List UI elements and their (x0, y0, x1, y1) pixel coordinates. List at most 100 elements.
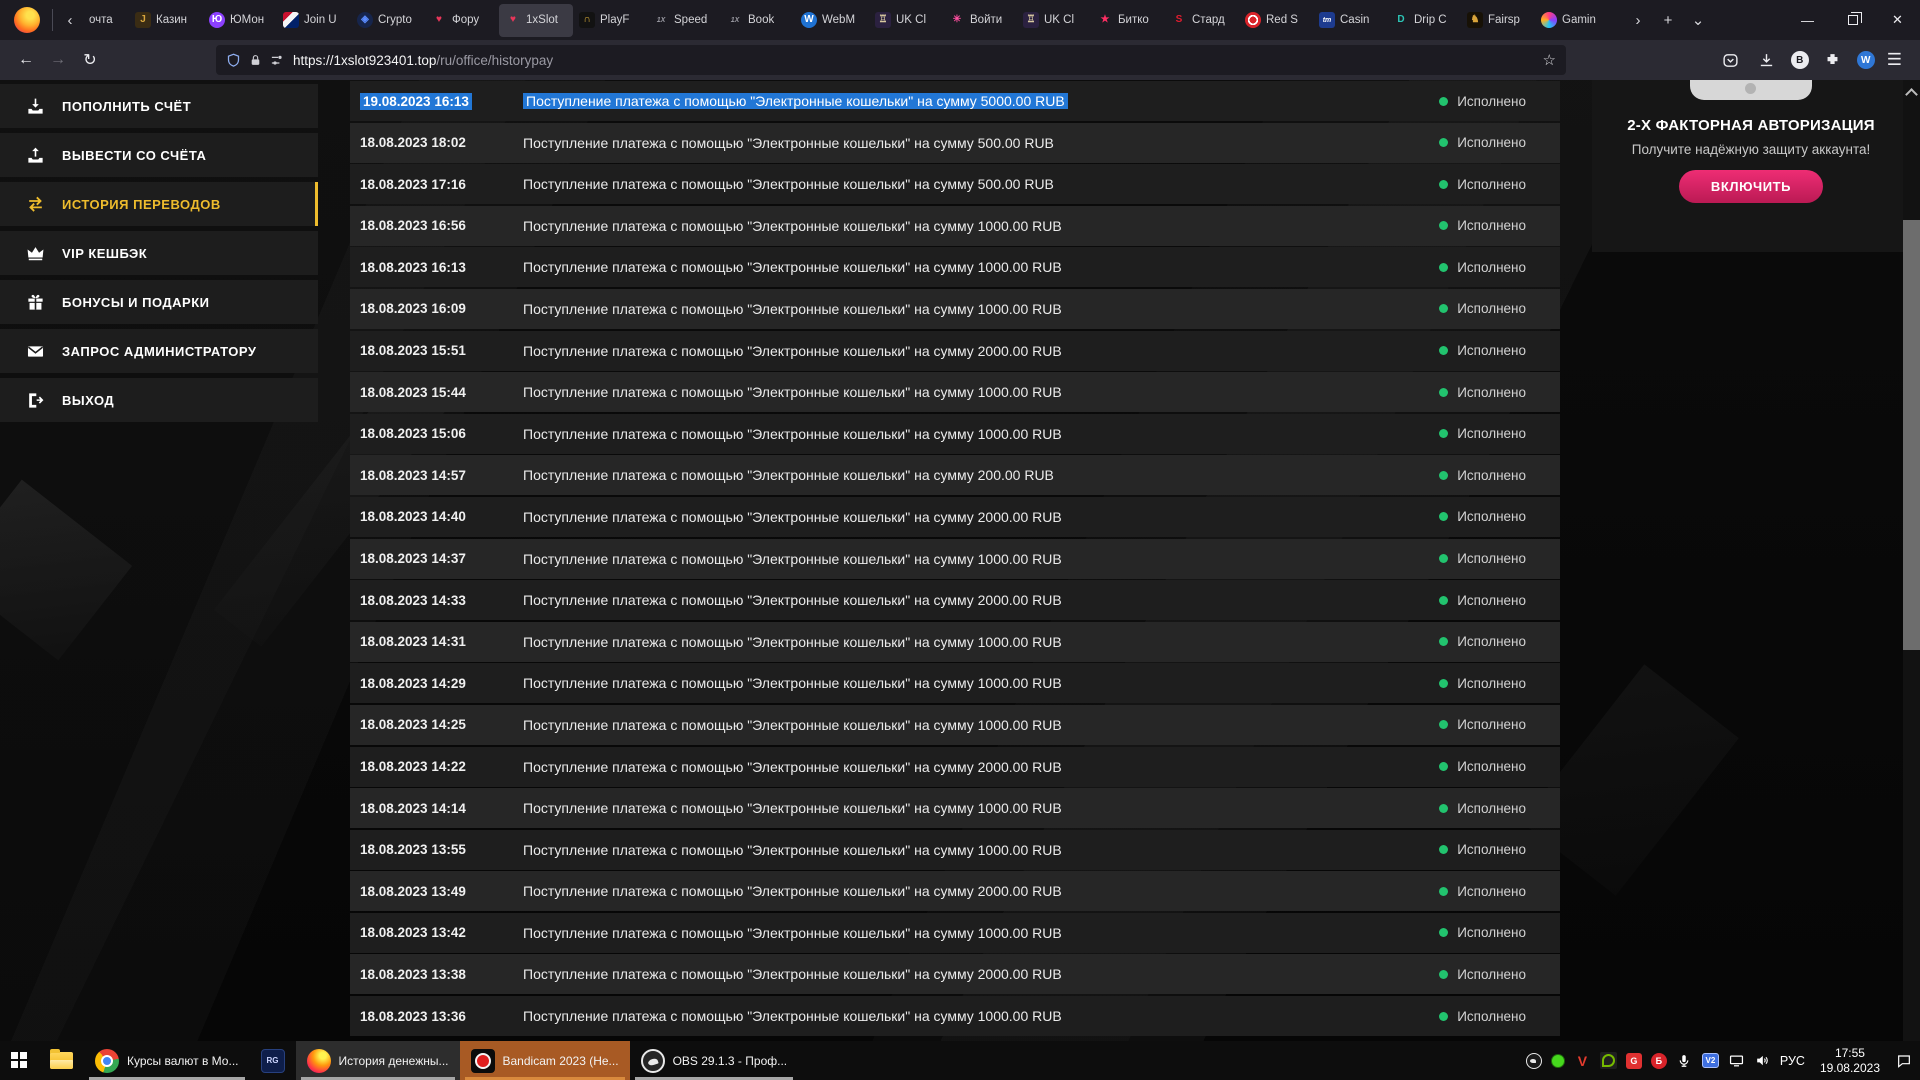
sidebar-item-label: ПОПОЛНИТЬ СЧЁТ (62, 99, 191, 114)
browser-tab[interactable]: ♥ 1xSlot (499, 4, 573, 37)
network-icon[interactable] (1728, 1052, 1745, 1069)
sidebar-item-deposit[interactable]: ПОПОЛНИТЬ СЧЁТ (0, 84, 318, 128)
row-date: 18.08.2023 14:40 (360, 509, 466, 524)
scroll-tabs-right-button[interactable]: › (1623, 4, 1653, 36)
taskbar-app-button[interactable]: OBS 29.1.3 - Проф... (630, 1041, 799, 1080)
scroll-up-arrow-icon[interactable] (1905, 88, 1918, 101)
bank-icon[interactable]: Б (1651, 1053, 1667, 1069)
browser-tab[interactable]: Join U (277, 4, 351, 37)
restore-button[interactable] (1830, 0, 1875, 40)
new-tab-button[interactable]: + (1653, 4, 1683, 36)
obs-tray-icon[interactable] (1526, 1053, 1542, 1069)
browser-tab[interactable]: ∩ PlayF (573, 4, 647, 37)
row-status: Исполнено (1457, 842, 1526, 857)
browser-tab[interactable]: ♖ UK Cl (1017, 4, 1091, 37)
download-icon[interactable] (1755, 48, 1779, 72)
file-explorer-button[interactable] (39, 1041, 84, 1080)
page-scrollbar[interactable] (1903, 80, 1920, 1041)
keyboard-language-indicator[interactable]: РУС (1780, 1054, 1805, 1068)
minimize-button[interactable]: — (1785, 0, 1830, 40)
permissions-icon[interactable] (270, 53, 285, 68)
list-all-tabs-button[interactable]: ⌄ (1683, 4, 1713, 36)
table-row: 18.08.2023 14:29 Поступление платежа с п… (350, 663, 1560, 703)
row-cell-description: Поступление платежа с помощью "Электронн… (523, 93, 1439, 109)
gift-icon (26, 293, 45, 312)
transfer-history-icon (26, 195, 45, 214)
sidebar-item-logout[interactable]: ВЫХОД (0, 378, 318, 422)
browser-tab[interactable]: ♥ Фору (425, 4, 499, 37)
row-cell-description: Поступление платежа с помощью "Электронн… (523, 925, 1439, 941)
bookmark-star-icon[interactable]: ☆ (1543, 51, 1556, 69)
vivaldi-icon[interactable]: V (1574, 1052, 1591, 1069)
notifications-icon[interactable] (1895, 1052, 1912, 1069)
pocket-icon[interactable] (1719, 48, 1743, 72)
extension-b-icon[interactable]: B (1791, 51, 1809, 69)
browser-tab[interactable]: ◈ Crypto (351, 4, 425, 37)
tab-title: Crypto (378, 14, 412, 26)
browser-tab[interactable]: tm Casin (1313, 4, 1387, 37)
enable-2fa-button[interactable]: ВКЛЮЧИТЬ (1679, 170, 1823, 203)
clock[interactable]: 17:55 19.08.2023 (1814, 1046, 1886, 1075)
taskbar-app-button[interactable]: История денежны... (296, 1041, 460, 1080)
taskbar-app-button[interactable] (250, 1041, 296, 1080)
start-button[interactable] (0, 1041, 39, 1080)
extension-icon[interactable] (1821, 48, 1845, 72)
firefox-logo-icon[interactable] (14, 7, 40, 33)
browser-tab[interactable]: J Казин (129, 4, 203, 37)
url-field[interactable]: https://1xslot923401.top/ru/office/histo… (216, 45, 1566, 75)
status-dot-icon (1439, 679, 1448, 688)
shield-icon[interactable] (226, 53, 241, 68)
table-row: 18.08.2023 13:36 Поступление платежа с п… (350, 996, 1560, 1036)
lock-icon[interactable] (249, 54, 262, 67)
browser-tab[interactable]: очта (83, 4, 129, 37)
row-description: Поступление платежа с помощью "Электронн… (523, 966, 1062, 982)
row-description: Поступление платежа с помощью "Электронн… (523, 551, 1062, 567)
browser-tab[interactable]: ✳ Войти (943, 4, 1017, 37)
table-row: 18.08.2023 13:42 Поступление платежа с п… (350, 913, 1560, 953)
browser-tab[interactable]: ♞ Fairsp (1461, 4, 1535, 37)
row-cell-date: 18.08.2023 16:09 (360, 301, 523, 316)
volume-icon[interactable] (1754, 1052, 1771, 1069)
app-icon (261, 1049, 285, 1073)
microphone-icon[interactable] (1676, 1052, 1693, 1069)
status-dot-icon (1439, 471, 1448, 480)
app-label: Курсы валют в Мо... (127, 1054, 239, 1068)
table-row: 18.08.2023 13:49 Поступление платежа с п… (350, 871, 1560, 911)
browser-tab[interactable]: Ю ЮМон (203, 4, 277, 37)
scrollbar-thumb[interactable] (1903, 220, 1920, 650)
tab-title: очта (89, 14, 113, 26)
back-button[interactable]: ← (10, 45, 42, 75)
bandicam-tray-icon[interactable] (1551, 1054, 1565, 1068)
table-row: 18.08.2023 14:22 Поступление платежа с п… (350, 747, 1560, 787)
taskbar-app-button[interactable]: Курсы валют в Мо... (84, 1041, 250, 1080)
row-cell-description: Поступление платежа с помощью "Электронн… (523, 176, 1439, 192)
sidebar-item-transfer-history[interactable]: ИСТОРИЯ ПЕРЕВОДОВ (0, 182, 318, 226)
browser-tab[interactable]: Gamin (1535, 4, 1609, 37)
reload-button[interactable]: ↻ (74, 45, 106, 75)
close-button[interactable]: ✕ (1875, 0, 1920, 40)
row-cell-description: Поступление платежа с помощью "Электронн… (523, 135, 1439, 151)
row-description: Поступление платежа с помощью "Электронн… (523, 343, 1062, 359)
guard-icon[interactable]: G (1626, 1053, 1642, 1069)
sidebar-item-admin-request[interactable]: ЗАПРОС АДМИНИСТРАТОРУ (0, 329, 318, 373)
sidebar-item-bonuses[interactable]: БОНУСЫ И ПОДАРКИ (0, 280, 318, 324)
status-dot-icon (1439, 388, 1448, 397)
taskbar-app-button[interactable]: Bandicam 2023 (Не... (460, 1041, 630, 1080)
browser-tab[interactable]: ♖ UK Cl (869, 4, 943, 37)
nvidia-icon[interactable] (1600, 1052, 1617, 1069)
browser-tab[interactable]: Red S (1239, 4, 1313, 37)
scroll-tabs-left-button[interactable]: ‹ (57, 2, 83, 38)
sidebar-item-withdraw[interactable]: ВЫВЕСТИ СО СЧЁТА (0, 133, 318, 177)
browser-tab[interactable]: 1X Book (721, 4, 795, 37)
browser-tab[interactable]: S Стард (1165, 4, 1239, 37)
row-cell-date: 18.08.2023 14:14 (360, 801, 523, 816)
v2-icon[interactable]: V2 (1702, 1053, 1719, 1068)
forward-button[interactable]: → (42, 45, 74, 75)
browser-tab[interactable]: 1X Speed (647, 4, 721, 37)
browser-tab[interactable]: W WebM (795, 4, 869, 37)
menu-icon[interactable]: ☰ (1887, 50, 1902, 70)
webmoney-icon[interactable]: W (1857, 51, 1875, 69)
browser-tab[interactable]: ★ Битко (1091, 4, 1165, 37)
browser-tab[interactable]: D Drip C (1387, 4, 1461, 37)
sidebar-item-vip-cashback[interactable]: VIP КЕШБЭК (0, 231, 318, 275)
